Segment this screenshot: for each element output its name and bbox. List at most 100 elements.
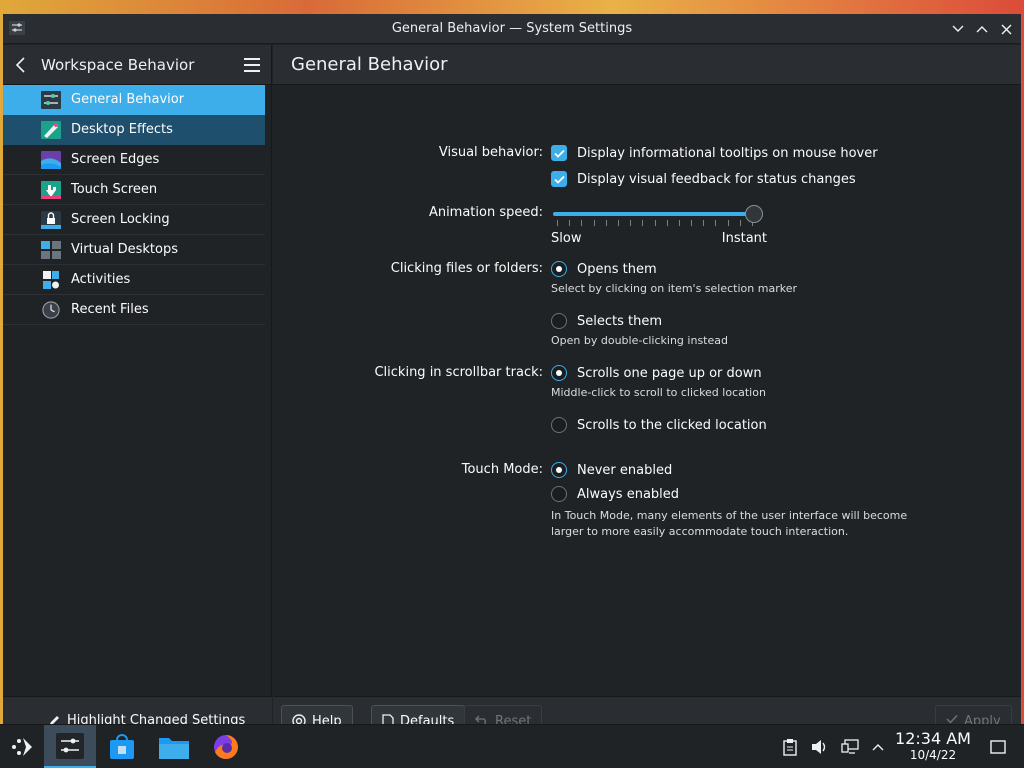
always-enabled-label: Always enabled (577, 486, 680, 502)
taskbar-system-settings[interactable] (44, 725, 96, 768)
virtual-desktops-icon (41, 240, 61, 259)
never-enabled-option[interactable]: Never enabled (551, 462, 672, 478)
slider-handle[interactable] (745, 205, 763, 223)
sidebar-item-general-behavior[interactable]: General Behavior (3, 85, 265, 115)
hamburger-menu-icon[interactable] (243, 57, 261, 73)
always-enabled-option[interactable]: Always enabled (551, 486, 679, 502)
selects-them-radio[interactable] (551, 313, 567, 329)
taskbar-discover[interactable] (100, 725, 144, 768)
tooltips-checkbox[interactable] (551, 145, 567, 161)
highlighter-icon (49, 715, 59, 724)
sidebar-header: Workspace Behavior (3, 45, 271, 85)
help-button[interactable]: Help (281, 705, 353, 724)
sidebar-item-recent-files[interactable]: Recent Files (3, 295, 265, 325)
scroll-page-label: Scrolls one page up or down (577, 365, 762, 381)
undo-icon (475, 715, 486, 724)
sidebar-item-virtual-desktops[interactable]: Virtual Desktops (3, 235, 265, 265)
sidebar-item-label: Virtual Desktops (71, 242, 178, 257)
tooltips-label: Display informational tooltips on mouse … (577, 145, 878, 161)
feedback-checkbox[interactable] (551, 171, 567, 187)
defaults-button[interactable]: Defaults (371, 705, 466, 724)
tray-network[interactable] (840, 737, 860, 757)
highlight-changed-settings-button[interactable]: Highlight Changed Settings (47, 713, 245, 724)
sidebar-item-label: Screen Locking (71, 212, 170, 227)
folder-icon (159, 738, 189, 759)
selects-them-option[interactable]: Selects them (551, 313, 662, 329)
clicking-files-label: Clicking files or folders: (390, 261, 543, 276)
touch-mode-hint-line1: In Touch Mode, many elements of the user… (551, 509, 908, 522)
tooltips-checkbox-row[interactable]: Display informational tooltips on mouse … (551, 145, 878, 161)
back-arrow-icon[interactable] (13, 56, 29, 74)
sidebar-item-screen-edges[interactable]: Screen Edges (3, 145, 265, 175)
sidebar-item-touch-screen[interactable]: Touch Screen (3, 175, 265, 205)
opens-them-option[interactable]: Opens them (551, 261, 657, 277)
system-settings-window: General Behavior — System Settings Works… (3, 14, 1021, 724)
sidebar-item-label: General Behavior (71, 92, 185, 107)
slider-max-label: Instant (721, 231, 767, 246)
defaults-label: Defaults (400, 714, 455, 724)
sidebar-item-label: Desktop Effects (71, 122, 173, 137)
clock-date: 10/4/22 (909, 748, 957, 762)
document-icon (382, 714, 394, 724)
never-enabled-label: Never enabled (577, 462, 673, 478)
scroll-page-option[interactable]: Scrolls one page up or down (551, 365, 762, 381)
touch-mode-hint-line2: larger to more easily accommodate touch … (551, 525, 849, 538)
scroll-page-radio[interactable] (551, 365, 567, 381)
sidebar-footer: Highlight Changed Settings (3, 696, 272, 724)
scroll-clicked-label: Scrolls to the clicked location (577, 417, 767, 433)
desktop-effects-icon (41, 120, 61, 139)
scroll-clicked-option[interactable]: Scrolls to the clicked location (551, 417, 767, 433)
taskbar: 12:34 AM 10/4/22 (0, 724, 1024, 768)
selects-them-hint: Open by double-clicking instead (551, 334, 728, 347)
always-enabled-radio[interactable] (551, 486, 567, 502)
clock-time: 12:34 AM (895, 729, 971, 748)
tray-clipboard[interactable] (780, 737, 800, 757)
apply-button[interactable]: Apply (935, 705, 1012, 724)
sidebar-item-label: Recent Files (71, 302, 149, 317)
title-bar[interactable]: General Behavior — System Settings (3, 14, 1021, 44)
slider-ticks (557, 220, 753, 226)
system-settings-icon[interactable] (9, 21, 25, 35)
checkmark-icon (946, 715, 958, 724)
checkmark-icon (553, 175, 565, 184)
selects-them-label: Selects them (577, 313, 663, 329)
sidebar-item-activities[interactable]: Activities (3, 265, 265, 295)
general-behavior-icon (41, 90, 61, 109)
tray-expand[interactable] (868, 737, 888, 757)
apply-label: Apply (964, 714, 1001, 724)
main-header: General Behavior (273, 45, 1021, 85)
sidebar-item-label: Touch Screen (71, 182, 158, 197)
opens-them-radio[interactable] (551, 261, 567, 277)
sidebar-category-title: Workspace Behavior (41, 55, 195, 74)
main-panel: General Behavior Visual behavior: Displa… (273, 45, 1021, 724)
digital-clock[interactable]: 12:34 AM 10/4/22 (890, 731, 976, 763)
minimize-button[interactable] (949, 20, 967, 38)
recent-files-icon (42, 300, 60, 319)
taskbar-firefox[interactable] (204, 725, 248, 768)
sidebar-item-screen-locking[interactable]: Screen Locking (3, 205, 265, 235)
checkmark-icon (553, 149, 565, 158)
highlight-changed-settings-label: Highlight Changed Settings (67, 713, 246, 724)
show-desktop-button[interactable] (988, 737, 1008, 757)
close-button[interactable] (997, 20, 1015, 38)
application-launcher-icon (12, 738, 32, 756)
feedback-checkbox-row[interactable]: Display visual feedback for status chang… (551, 171, 856, 187)
help-label: Help (312, 714, 342, 724)
never-enabled-radio[interactable] (551, 462, 567, 478)
taskbar-file-manager[interactable] (152, 725, 196, 768)
clipboard-icon (783, 739, 797, 756)
visual-behavior-label: Visual behavior: (438, 145, 543, 160)
chevron-up-icon (976, 26, 988, 33)
touch-screen-icon (41, 180, 61, 199)
scroll-page-hint: Middle-click to scroll to clicked locati… (551, 386, 766, 399)
application-launcher-button[interactable] (0, 725, 44, 768)
scroll-clicked-radio[interactable] (551, 417, 567, 433)
close-icon (1001, 24, 1011, 34)
page-title: General Behavior (291, 54, 448, 75)
reset-button[interactable]: Reset (464, 705, 543, 724)
network-icon (841, 739, 859, 754)
sidebar-item-label: Screen Edges (71, 152, 160, 167)
maximize-button[interactable] (973, 20, 991, 38)
tray-volume[interactable] (810, 737, 830, 757)
sidebar-item-desktop-effects[interactable]: Desktop Effects (3, 115, 265, 145)
